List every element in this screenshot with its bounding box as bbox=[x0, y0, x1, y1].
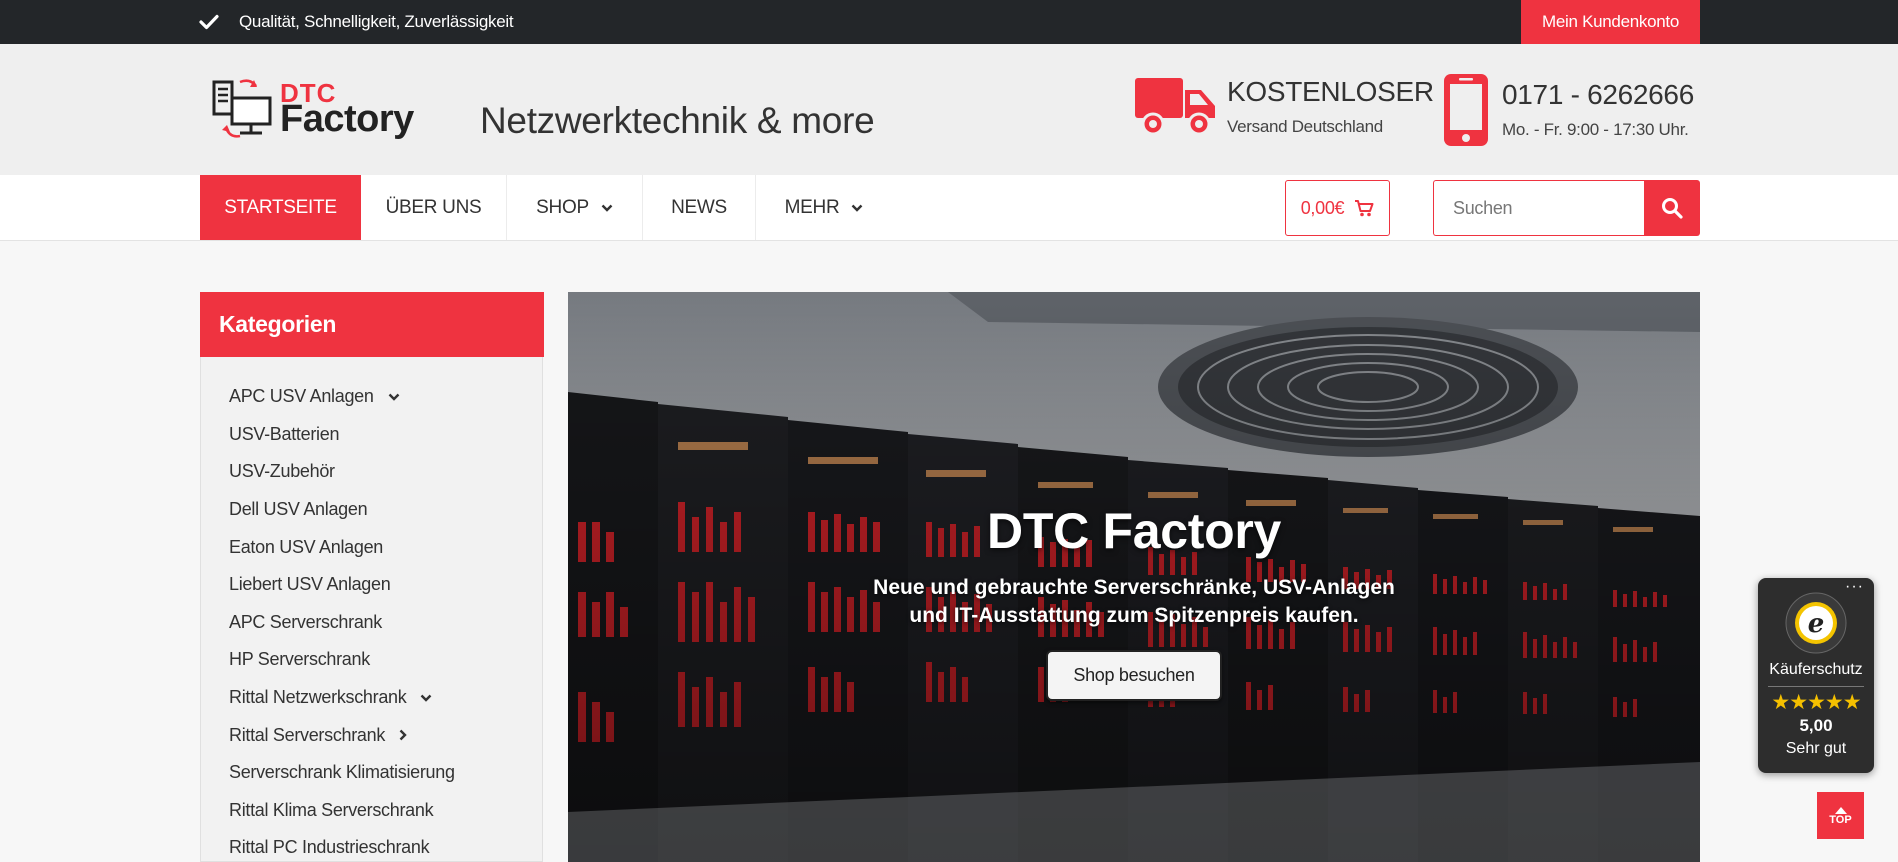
hero-subtitle-line1: Neue und gebrauchte Serverschränke, USV-… bbox=[873, 576, 1395, 599]
hero-title: DTC Factory bbox=[987, 503, 1281, 559]
sidebar-title: Kategorien bbox=[200, 292, 544, 357]
nav-label: NEWS bbox=[671, 196, 727, 218]
category-item[interactable]: USV-Batterien bbox=[229, 416, 455, 454]
truck-icon bbox=[1135, 78, 1215, 136]
shipping-title: KOSTENLOSER bbox=[1227, 75, 1434, 107]
cart-icon bbox=[1355, 200, 1374, 217]
computer-logo-icon bbox=[212, 79, 272, 138]
nav-startseite[interactable]: STARTSEITE bbox=[200, 175, 361, 240]
tagline-text: Qualität, Schnelligkeit, Zuverlässigkeit bbox=[239, 12, 514, 31]
category-label: Rittal Serverschrank bbox=[229, 724, 386, 745]
chevron-down-icon[interactable] bbox=[420, 694, 432, 702]
header-slogan: Netzwerktechnik & more bbox=[480, 100, 875, 141]
category-sidebar: Kategorien APC USV Anlagen USV-Batterien… bbox=[200, 292, 544, 862]
trust-label: Käuferschutz bbox=[1769, 661, 1863, 678]
nav-mehr[interactable]: MEHR bbox=[756, 175, 892, 240]
chevron-down-icon bbox=[852, 204, 863, 212]
category-label: Serverschrank Klimatisierung bbox=[229, 762, 455, 783]
trusted-shops-badge[interactable]: ··· e Käuferschutz ★★★★★ 5,00 Sehr gut bbox=[1758, 578, 1874, 773]
category-label: USV-Zubehör bbox=[229, 461, 335, 482]
category-label: Rittal Klima Serverschrank bbox=[229, 799, 434, 820]
hero-subtitle: Neue und gebrauchte Serverschränke, USV-… bbox=[568, 574, 1700, 630]
tagline: Qualität, Schnelligkeit, Zuverlässigkeit bbox=[199, 0, 514, 44]
nav-label: MEHR bbox=[784, 196, 840, 218]
opening-hours: Mo. - Fr. 9:00 - 17:30 Uhr. bbox=[1502, 120, 1689, 140]
more-options-icon[interactable]: ··· bbox=[1845, 578, 1864, 596]
category-label: APC Serverschrank bbox=[229, 611, 382, 632]
hero-banner: DTC Factory Neue und gebrauchte Serversc… bbox=[568, 292, 1700, 862]
phone-info: 0171 - 6262666 Mo. - Fr. 9:00 - 17:30 Uh… bbox=[1442, 72, 1694, 148]
search-button[interactable] bbox=[1644, 180, 1700, 236]
nav-label: STARTSEITE bbox=[224, 196, 337, 218]
rating-text: Sehr gut bbox=[1785, 740, 1847, 757]
category-label: USV-Batterien bbox=[229, 423, 340, 444]
category-label: Dell USV Anlagen bbox=[229, 499, 368, 520]
nav-label: ÜBER UNS bbox=[385, 196, 482, 218]
scroll-top-label: TOP bbox=[1829, 813, 1852, 826]
category-label: Liebert USV Anlagen bbox=[229, 574, 391, 595]
category-label: Eaton USV Anlagen bbox=[229, 536, 384, 557]
category-item[interactable]: Rittal PC Industrieschrank bbox=[229, 829, 455, 862]
cart-total: 0,00€ bbox=[1300, 197, 1345, 218]
category-item[interactable]: HP Serverschrank bbox=[229, 641, 455, 679]
account-button[interactable]: Mein Kundenkonto bbox=[1521, 0, 1700, 44]
nav-shop[interactable]: SHOP bbox=[507, 175, 643, 240]
category-label: HP Serverschrank bbox=[229, 649, 370, 670]
search-form bbox=[1433, 180, 1700, 236]
phone-number[interactable]: 0171 - 6262666 bbox=[1502, 79, 1694, 111]
category-list: APC USV Anlagen USV-Batterien USV-Zubehö… bbox=[229, 378, 455, 862]
logo[interactable]: DTC Factory bbox=[210, 76, 430, 142]
category-item[interactable]: Rittal Netzwerkschrank bbox=[229, 679, 455, 717]
nav-news[interactable]: NEWS bbox=[643, 175, 756, 240]
main-navigation: STARTSEITE ÜBER UNS SHOP NEWS MEHR 0,00€ bbox=[0, 175, 1898, 241]
scroll-top-button[interactable]: TOP bbox=[1817, 792, 1864, 839]
chevron-down-icon bbox=[601, 204, 613, 212]
search-icon bbox=[1662, 198, 1683, 219]
cart-button[interactable]: 0,00€ bbox=[1285, 180, 1390, 236]
category-item[interactable]: Dell USV Anlagen bbox=[229, 491, 455, 529]
chevron-right-icon[interactable] bbox=[399, 729, 407, 741]
category-item[interactable]: APC Serverschrank bbox=[229, 604, 455, 642]
check-icon bbox=[199, 14, 219, 30]
category-item[interactable]: Rittal Klima Serverschrank bbox=[229, 792, 455, 830]
hero-subtitle-line2: und IT-Ausstattung zum Spitzenpreis kauf… bbox=[909, 604, 1359, 627]
category-item[interactable]: Eaton USV Anlagen bbox=[229, 528, 455, 566]
category-item[interactable]: Serverschrank Klimatisierung bbox=[229, 754, 455, 792]
shop-visit-button[interactable]: Shop besuchen bbox=[1046, 650, 1222, 701]
arrow-up-icon bbox=[1834, 806, 1847, 814]
svg-text:e: e bbox=[1808, 609, 1825, 639]
trusted-shops-seal-icon: e bbox=[1785, 592, 1847, 654]
top-bar: Qualität, Schnelligkeit, Zuverlässigkeit… bbox=[0, 0, 1898, 44]
rating-score: 5,00 bbox=[1799, 716, 1833, 735]
nav-label: SHOP bbox=[536, 196, 589, 218]
logo-text-factory: Factory bbox=[280, 98, 414, 140]
category-item[interactable]: Liebert USV Anlagen bbox=[229, 566, 455, 604]
divider bbox=[1768, 686, 1864, 687]
phone-icon bbox=[1444, 74, 1488, 146]
header: DTC Factory Netzwerktechnik & more KOSTE… bbox=[0, 44, 1898, 175]
nav-ueber-uns[interactable]: ÜBER UNS bbox=[361, 175, 507, 240]
category-label: Rittal PC Industrieschrank bbox=[229, 837, 430, 858]
shipping-info: KOSTENLOSER Versand Deutschland bbox=[1133, 72, 1434, 142]
category-item[interactable]: Rittal Serverschrank bbox=[229, 716, 455, 754]
category-label: Rittal Netzwerkschrank bbox=[229, 687, 407, 708]
category-item[interactable]: APC USV Anlagen bbox=[229, 378, 455, 416]
shipping-subtitle: Versand Deutschland bbox=[1227, 117, 1383, 137]
rating-stars-icon: ★★★★★ bbox=[1771, 691, 1861, 714]
category-item[interactable]: USV-Zubehör bbox=[229, 453, 455, 491]
category-label: APC USV Anlagen bbox=[229, 386, 374, 407]
chevron-down-icon[interactable] bbox=[388, 393, 400, 401]
search-input[interactable] bbox=[1433, 180, 1644, 236]
